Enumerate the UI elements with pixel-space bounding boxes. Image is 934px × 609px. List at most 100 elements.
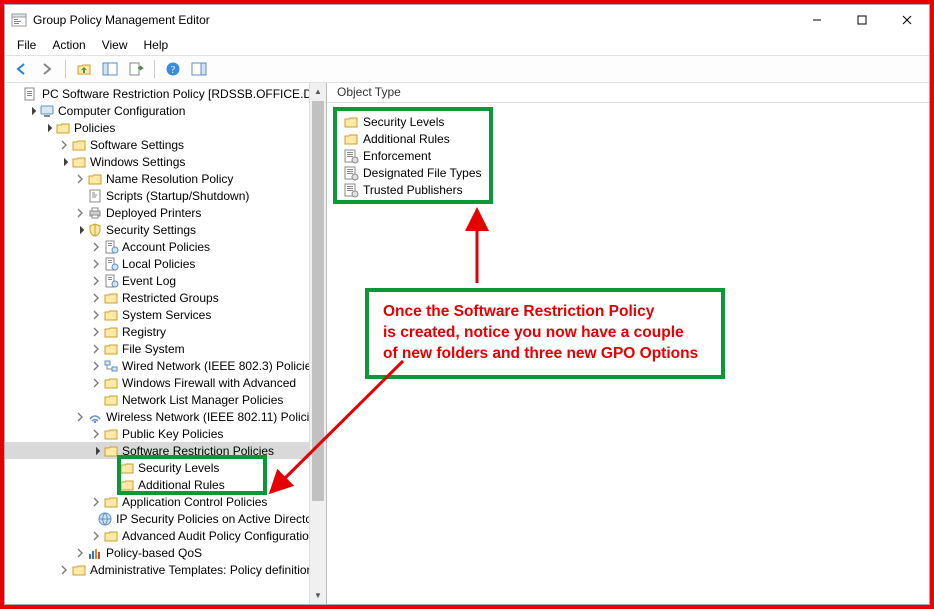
help-button[interactable]: ? (161, 58, 185, 80)
tree-item[interactable]: Windows Firewall with Advanced (5, 374, 326, 391)
tree-item-label: Wireless Network (IEEE 802.11) Policies (106, 410, 322, 424)
expander-closed-icon[interactable] (89, 359, 103, 373)
expander-closed-icon[interactable] (89, 291, 103, 305)
list-item[interactable]: Enforcement (339, 147, 487, 164)
tree-item-label: Registry (122, 325, 166, 339)
export-list-button[interactable] (124, 58, 148, 80)
gpo-icon (23, 86, 39, 102)
tree-item[interactable]: Policy-based QoS (5, 544, 326, 561)
scroll-down-arrow[interactable]: ▼ (310, 587, 326, 604)
tree-item-label: PC Software Restriction Policy [RDSSB.OF… (42, 87, 321, 101)
expander-closed-icon[interactable] (89, 274, 103, 288)
forward-button[interactable] (35, 58, 59, 80)
tree-item[interactable]: Registry (5, 323, 326, 340)
expander-closed-icon[interactable] (73, 546, 87, 560)
tree-item[interactable]: Deployed Printers (5, 204, 326, 221)
list-item[interactable]: Security Levels (339, 113, 487, 130)
expander-open-icon[interactable] (73, 223, 87, 237)
maximize-button[interactable] (839, 5, 884, 35)
minimize-button[interactable] (794, 5, 839, 35)
column-header-object-type[interactable]: Object Type (327, 83, 929, 103)
folder-icon (71, 562, 87, 578)
window-title: Group Policy Management Editor (33, 13, 794, 27)
expander-closed-icon[interactable] (89, 325, 103, 339)
scroll-thumb[interactable] (312, 101, 324, 501)
tree-item[interactable]: Event Log (5, 272, 326, 289)
expander-closed-icon[interactable] (89, 308, 103, 322)
tree-item-label: System Services (122, 308, 211, 322)
app-window: Group Policy Management Editor File Acti… (4, 4, 930, 605)
tree: PC Software Restriction Policy [RDSSB.OF… (5, 85, 326, 578)
qos-icon (87, 545, 103, 561)
expander-open-icon[interactable] (57, 155, 71, 169)
folder-icon (343, 114, 359, 130)
show-hide-actions-button[interactable] (187, 58, 211, 80)
expander-open-icon[interactable] (25, 104, 39, 118)
expander-closed-icon[interactable] (89, 529, 103, 543)
tree-item[interactable]: Wired Network (IEEE 802.3) Policies (5, 357, 326, 374)
expander-closed-icon[interactable] (89, 240, 103, 254)
list-item[interactable]: Additional Rules (339, 130, 487, 147)
expander-closed-icon[interactable] (73, 410, 87, 424)
expander-closed-icon[interactable] (89, 495, 103, 509)
tree-item[interactable]: Security Settings (5, 221, 326, 238)
tree-item[interactable]: Policies (5, 119, 326, 136)
expander-closed-icon[interactable] (89, 376, 103, 390)
expander-open-icon[interactable] (89, 444, 103, 458)
toolbar-separator (65, 60, 66, 78)
tree-item[interactable]: Local Policies (5, 255, 326, 272)
menu-help[interactable]: Help (136, 36, 177, 54)
tree-pane[interactable]: PC Software Restriction Policy [RDSSB.OF… (5, 83, 327, 604)
tree-item[interactable]: Account Policies (5, 238, 326, 255)
tree-item[interactable]: Name Resolution Policy (5, 170, 326, 187)
back-button[interactable] (9, 58, 33, 80)
tree-item[interactable]: Scripts (Startup/Shutdown) (5, 187, 326, 204)
tree-item[interactable]: System Services (5, 306, 326, 323)
tree-item-label: Deployed Printers (106, 206, 201, 220)
tree-item[interactable]: Advanced Audit Policy Configuration (5, 527, 326, 544)
tree-item[interactable]: Network List Manager Policies (5, 391, 326, 408)
menu-file[interactable]: File (9, 36, 44, 54)
folder-icon (103, 426, 119, 442)
menu-action[interactable]: Action (44, 36, 93, 54)
expander-closed-icon[interactable] (89, 257, 103, 271)
expander-closed-icon[interactable] (57, 563, 71, 577)
tree-item[interactable]: Public Key Policies (5, 425, 326, 442)
tree-item[interactable]: Software Settings (5, 136, 326, 153)
setting-icon (343, 182, 359, 198)
tree-item-label: Computer Configuration (58, 104, 185, 118)
close-button[interactable] (884, 5, 929, 35)
setting-icon (343, 165, 359, 181)
scroll-up-arrow[interactable]: ▲ (310, 83, 326, 100)
tree-item[interactable]: PC Software Restriction Policy [RDSSB.OF… (5, 85, 326, 102)
tree-scrollbar[interactable]: ▲ ▼ (309, 83, 326, 604)
expander-closed-icon[interactable] (73, 206, 87, 220)
ipsec-icon (97, 511, 113, 527)
tree-item[interactable]: Computer Configuration (5, 102, 326, 119)
tree-item-label: Policies (74, 121, 115, 135)
up-folder-button[interactable] (72, 58, 96, 80)
tree-item[interactable]: Restricted Groups (5, 289, 326, 306)
expander-closed-icon[interactable] (89, 427, 103, 441)
expander-closed-icon[interactable] (57, 138, 71, 152)
tree-item[interactable]: Windows Settings (5, 153, 326, 170)
expander-open-icon[interactable] (41, 121, 55, 135)
tree-item[interactable]: Administrative Templates: Policy definit… (5, 561, 326, 578)
list-item[interactable]: Designated File Types (339, 164, 487, 181)
tree-item[interactable]: File System (5, 340, 326, 357)
detail-pane: Object Type Security Levels Additional R… (327, 83, 929, 604)
tree-item[interactable]: Application Control Policies (5, 493, 326, 510)
tree-item[interactable]: Wireless Network (IEEE 802.11) Policies (5, 408, 326, 425)
tree-item-label: IP Security Policies on Active Directory (116, 512, 322, 526)
highlight-detail-items: Security Levels Additional Rules Enforce… (333, 107, 493, 204)
tree-item[interactable]: IP Security Policies on Active Directory (5, 510, 326, 527)
tree-item-label: Policy-based QoS (106, 546, 202, 560)
list-item[interactable]: Trusted Publishers (339, 181, 487, 198)
list-item-label: Enforcement (363, 149, 431, 163)
svg-text:?: ? (171, 65, 176, 76)
folder-icon (71, 154, 87, 170)
show-hide-tree-button[interactable] (98, 58, 122, 80)
expander-closed-icon[interactable] (89, 342, 103, 356)
menu-view[interactable]: View (94, 36, 136, 54)
expander-closed-icon[interactable] (73, 172, 87, 186)
